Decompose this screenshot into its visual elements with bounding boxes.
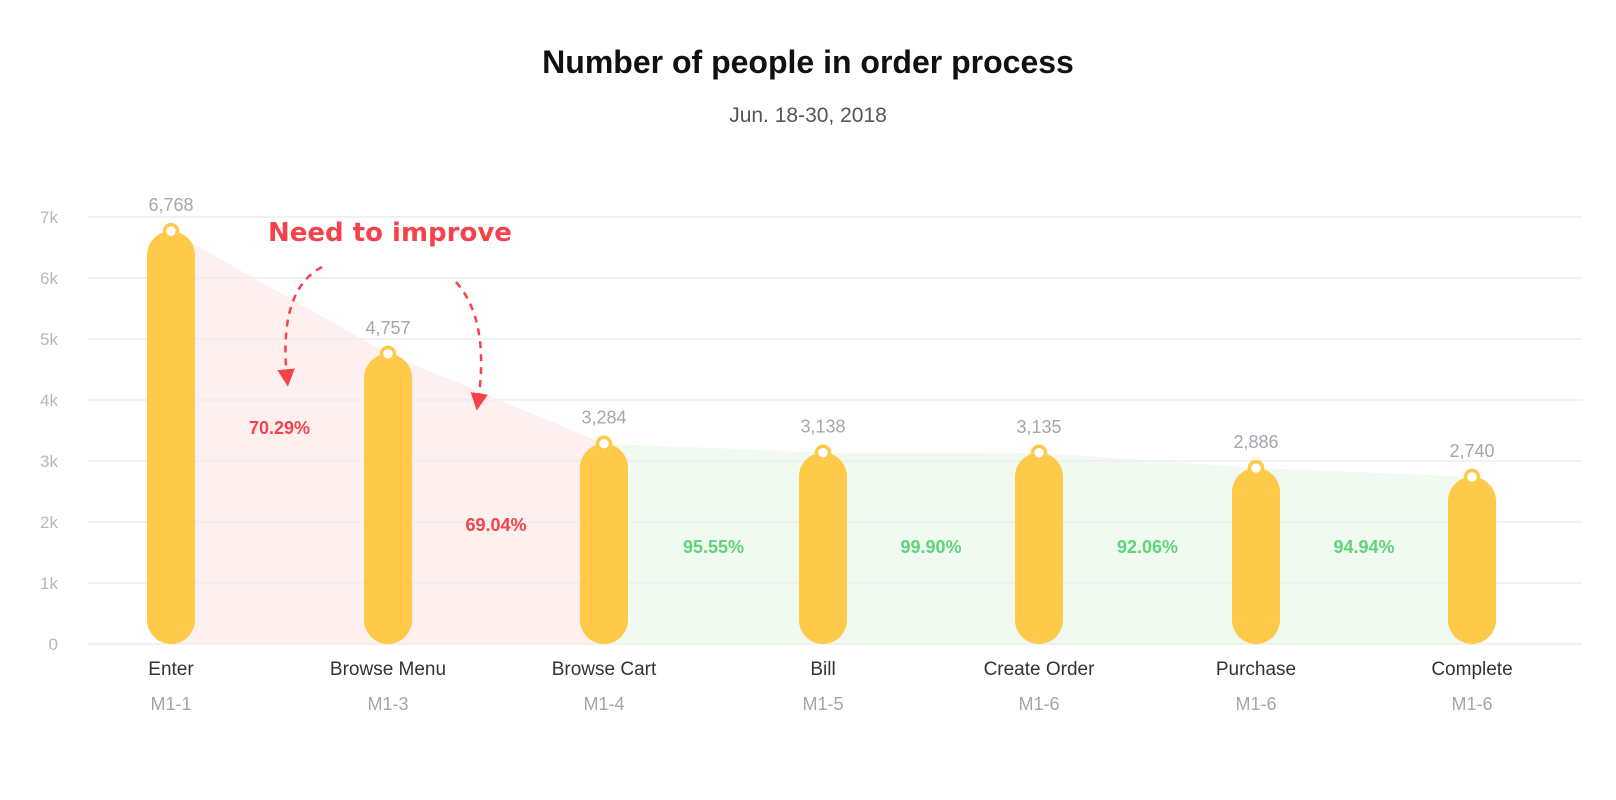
category-sublabel: M1-3	[367, 694, 408, 714]
y-tick-label: 1k	[40, 574, 58, 593]
y-tick-label: 5k	[40, 330, 58, 349]
point-marker	[162, 222, 180, 240]
category-sublabel: M1-6	[1018, 694, 1059, 714]
bar	[580, 443, 628, 644]
y-tick-label: 4k	[40, 391, 58, 410]
value-label: 6,768	[148, 195, 193, 215]
conversion-rate-label: 99.90%	[900, 537, 961, 557]
category-sublabel: M1-4	[583, 694, 624, 714]
value-label: 4,757	[365, 318, 410, 338]
point-marker	[1463, 468, 1481, 486]
conversion-rate-label: 70.29%	[249, 418, 310, 438]
value-label: 2,740	[1449, 441, 1494, 461]
bar	[799, 452, 847, 644]
value-label: 3,138	[800, 417, 845, 437]
category-label: Browse Menu	[330, 659, 446, 680]
category-label: Enter	[148, 659, 194, 680]
conversion-rate-label: 92.06%	[1117, 537, 1178, 557]
point-marker	[379, 345, 397, 363]
conversion-rate-label: 69.04%	[465, 515, 526, 535]
point-marker	[1247, 459, 1265, 477]
point-marker	[595, 435, 613, 452]
conversion-rate-label: 94.94%	[1333, 537, 1394, 557]
value-label: 3,284	[581, 408, 626, 428]
point-marker	[1030, 444, 1048, 462]
category-label: Complete	[1431, 659, 1512, 680]
category-label: Bill	[810, 659, 835, 680]
bar	[147, 231, 195, 645]
funnel-bar-chart: 0 1k 2k 3k 4k 5k 6k 7k 6,768 Enter M1-1 4,757 Browse…	[40, 195, 1582, 714]
category-label: Browse Cart	[552, 659, 657, 680]
bar	[1448, 476, 1496, 644]
y-tick-label: 6k	[40, 269, 58, 288]
category-sublabel: M1-5	[802, 694, 843, 714]
bar	[1015, 452, 1063, 644]
conversion-area	[388, 353, 604, 644]
point-marker	[814, 444, 832, 461]
value-label: 2,886	[1233, 432, 1278, 452]
y-tick-label: 0	[49, 635, 58, 654]
category-sublabel: M1-6	[1451, 694, 1492, 714]
y-tick-label: 3k	[40, 452, 58, 471]
annotation-need-to-improve: Need to improve	[268, 218, 512, 248]
value-label: 3,135	[1016, 417, 1061, 437]
bar	[364, 353, 412, 644]
category-sublabel: M1-1	[150, 694, 191, 714]
y-tick-label: 2k	[40, 513, 58, 532]
category-label: Create Order	[984, 659, 1096, 680]
category-label: Purchase	[1216, 659, 1296, 680]
category-sublabel: M1-6	[1235, 694, 1276, 714]
y-tick-label: 7k	[40, 208, 58, 227]
conversion-rate-label: 95.55%	[683, 537, 744, 557]
bar	[1232, 467, 1280, 644]
